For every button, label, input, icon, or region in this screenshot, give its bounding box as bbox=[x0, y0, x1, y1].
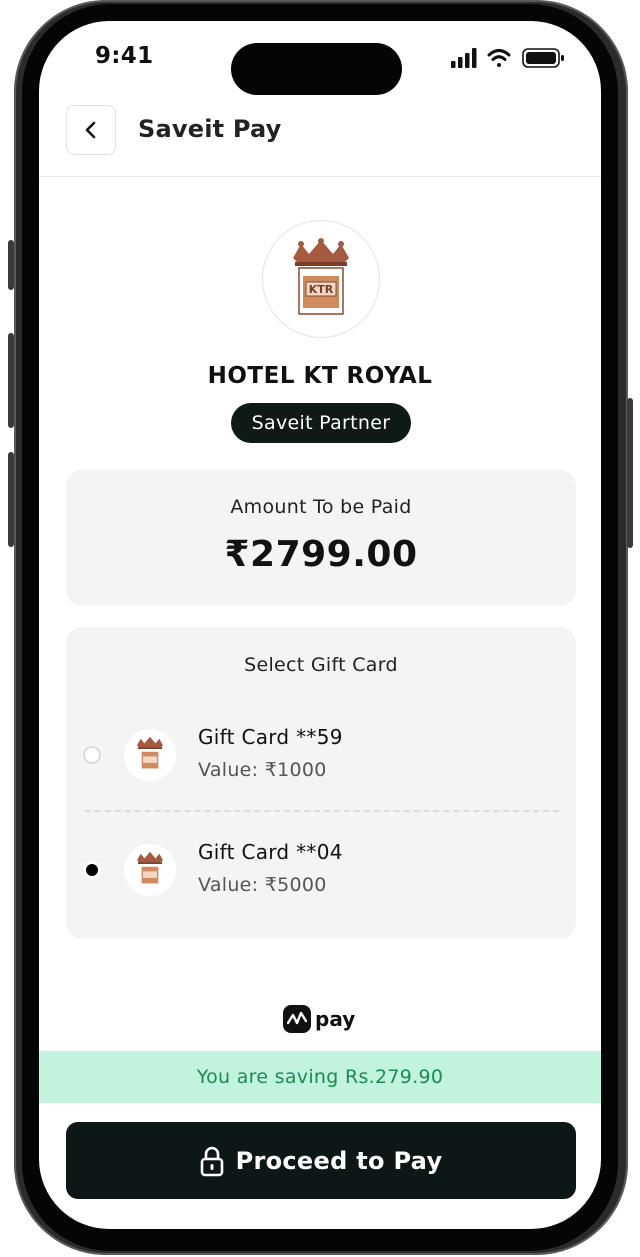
gift-card-title: Select Gift Card bbox=[244, 654, 398, 676]
ktr-logo-text: KTR bbox=[309, 283, 334, 296]
silent-switch bbox=[8, 240, 14, 290]
dynamic-island bbox=[231, 43, 402, 95]
proceed-button-label: Proceed to Pay bbox=[235, 1146, 443, 1175]
app-header: Saveit Pay bbox=[39, 91, 601, 177]
partner-badge: Saveit Partner bbox=[231, 403, 411, 443]
brand-pay-logo: pay bbox=[283, 1005, 357, 1033]
chevron-left-icon bbox=[85, 121, 96, 139]
status-bar: 9:41 bbox=[39, 21, 601, 95]
app-screen: 9:41 Saveit Pay KTR HOTEL KT ROYAL Savei… bbox=[39, 21, 601, 1229]
status-time: 9:41 bbox=[95, 43, 154, 69]
wifi-icon bbox=[487, 49, 511, 67]
battery-icon bbox=[522, 48, 564, 68]
power-button bbox=[627, 398, 633, 548]
merchant-logo: KTR bbox=[262, 220, 380, 338]
amount-value: ₹2799.00 bbox=[224, 534, 418, 575]
gift-card-thumbnail bbox=[124, 844, 176, 896]
pulse-icon bbox=[283, 1005, 311, 1033]
status-icons bbox=[451, 48, 564, 68]
ktr-hotel-logo-icon: KTR bbox=[293, 238, 349, 315]
gift-card-value: Value: ₹5000 bbox=[198, 874, 327, 896]
gift-card-option[interactable]: Gift Card **04 Value: ₹5000 bbox=[66, 834, 576, 914]
merchant-name: HOTEL KT ROYAL bbox=[207, 363, 433, 389]
amount-label: Amount To be Paid bbox=[230, 496, 412, 518]
page-title: Saveit Pay bbox=[138, 115, 282, 143]
back-button[interactable] bbox=[66, 105, 116, 155]
ktr-hotel-logo-icon bbox=[137, 851, 163, 884]
gift-card-thumbnail bbox=[124, 729, 176, 781]
gift-card-option[interactable]: Gift Card **59 Value: ₹1000 bbox=[66, 719, 576, 799]
gift-card-radio-selected[interactable] bbox=[83, 861, 101, 879]
signal-icon bbox=[451, 48, 477, 68]
dashed-divider bbox=[85, 810, 559, 812]
ktr-hotel-logo-icon bbox=[137, 736, 163, 769]
gift-card-name: Gift Card **59 bbox=[198, 725, 343, 749]
gift-card-value: Value: ₹1000 bbox=[198, 759, 327, 781]
lock-icon bbox=[200, 1146, 223, 1176]
volume-up-button bbox=[8, 333, 14, 428]
pay-logo-text: pay bbox=[315, 1007, 356, 1031]
saving-banner: You are saving Rs.279.90 bbox=[39, 1051, 601, 1103]
gift-card-panel: Select Gift Card Gift Card **59 Value: ₹… bbox=[66, 627, 576, 939]
volume-down-button bbox=[8, 452, 14, 547]
gift-card-name: Gift Card **04 bbox=[198, 840, 343, 864]
proceed-to-pay-button[interactable]: Proceed to Pay bbox=[66, 1122, 576, 1199]
amount-card: Amount To be Paid ₹2799.00 bbox=[66, 470, 576, 606]
gift-card-radio[interactable] bbox=[83, 746, 101, 764]
